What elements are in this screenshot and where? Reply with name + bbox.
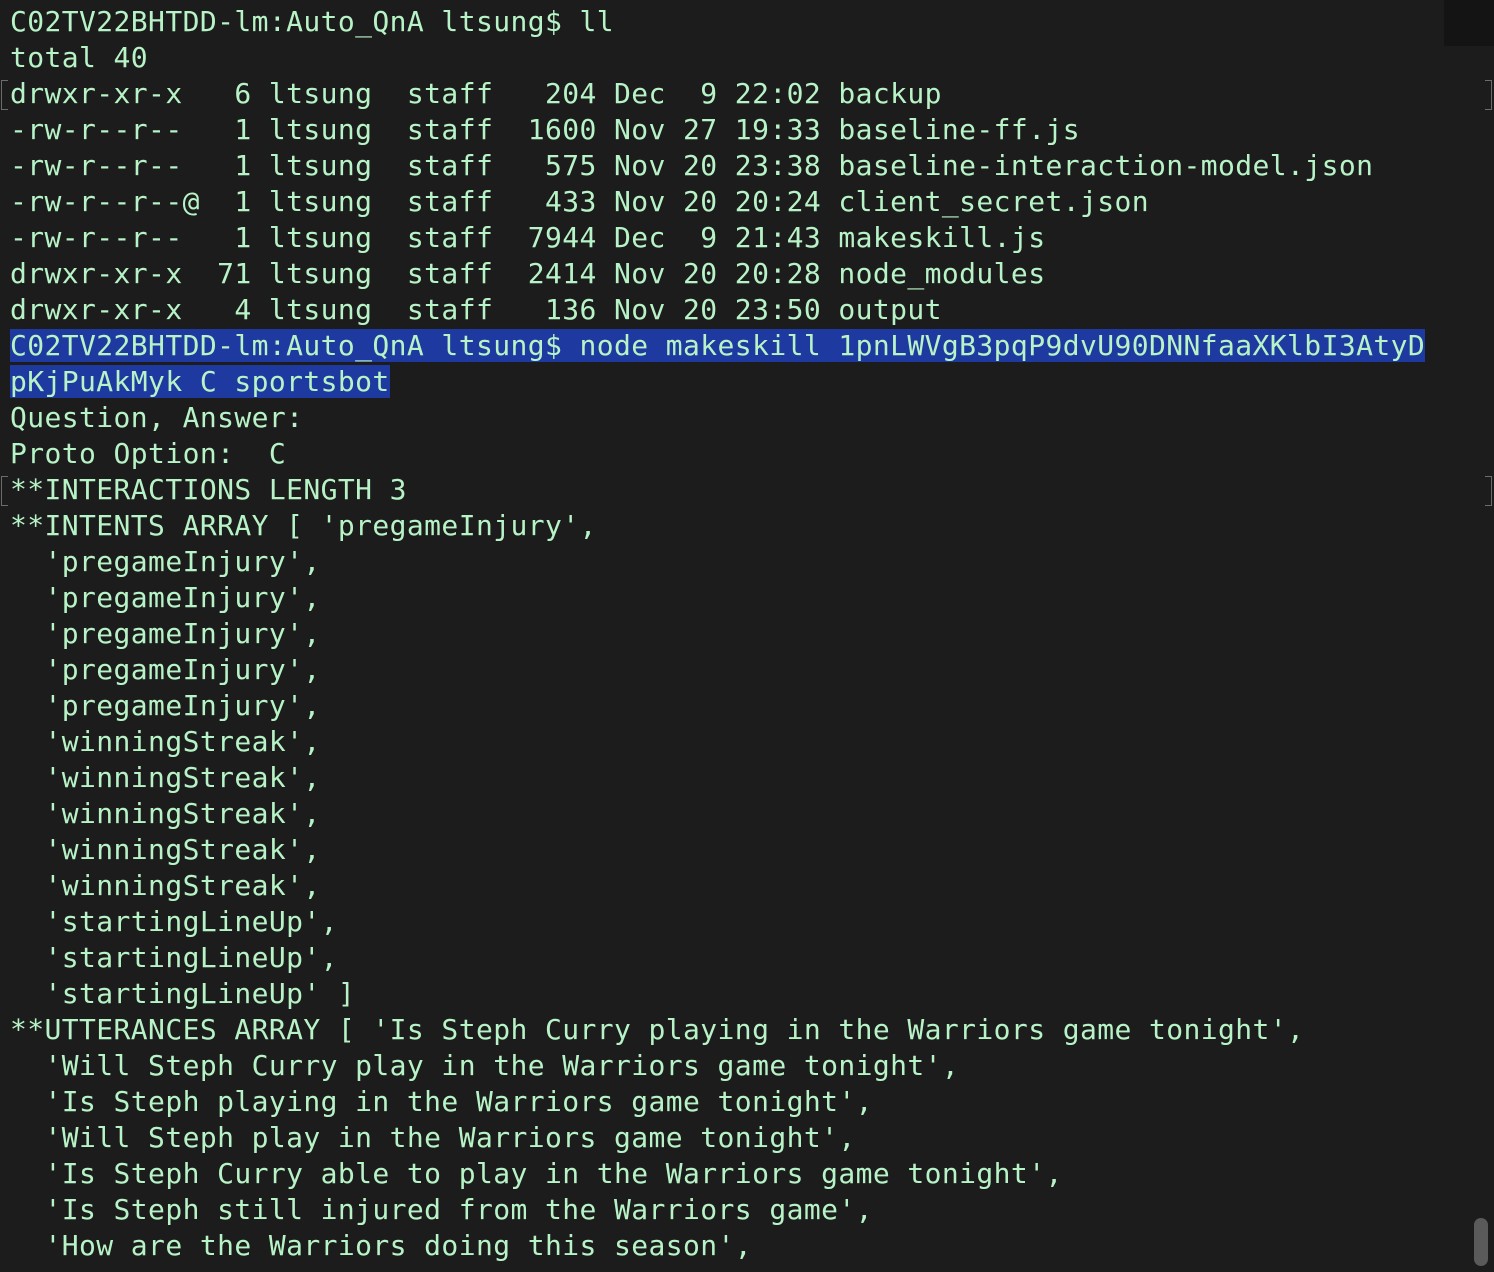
terminal-line: 'pregameInjury', bbox=[10, 617, 321, 650]
terminal-line: 'winningStreak', bbox=[10, 725, 321, 758]
terminal-line: drwxr-xr-x 71 ltsung staff 2414 Nov 20 2… bbox=[10, 257, 1046, 290]
terminal-line: -rw-r--r-- 1 ltsung staff 1600 Nov 27 19… bbox=[10, 113, 1080, 146]
terminal-line: drwxr-xr-x 6 ltsung staff 204 Dec 9 22:0… bbox=[10, 77, 942, 110]
terminal-line: drwxr-xr-x 4 ltsung staff 136 Nov 20 23:… bbox=[10, 293, 942, 326]
terminal-line: 'startingLineUp' ] bbox=[10, 977, 356, 1010]
line-marker-right bbox=[1485, 476, 1492, 506]
terminal-line: 'Will Steph play in the Warriors game to… bbox=[10, 1121, 856, 1154]
terminal-line: -rw-r--r-- 1 ltsung staff 575 Nov 20 23:… bbox=[10, 149, 1374, 182]
terminal-line: 'How are the Warriors doing this season'… bbox=[10, 1229, 753, 1262]
terminal-line: 'pregameInjury', bbox=[10, 653, 321, 686]
line-marker-right bbox=[1485, 80, 1492, 110]
terminal-output[interactable]: C02TV22BHTDD-lm:Auto_QnA ltsung$ ll total… bbox=[10, 4, 1426, 1264]
selection-highlight: pKjPuAkMyk C sportsbot bbox=[10, 365, 390, 398]
terminal-window[interactable]: C02TV22BHTDD-lm:Auto_QnA ltsung$ ll total… bbox=[0, 0, 1494, 1272]
terminal-line: total 40 bbox=[10, 41, 149, 74]
terminal-line: -rw-r--r--@ 1 ltsung staff 433 Nov 20 20… bbox=[10, 185, 1149, 218]
terminal-line: Proto Option: C bbox=[10, 437, 287, 470]
window-corner bbox=[1444, 0, 1494, 46]
line-marker-left bbox=[1, 80, 8, 110]
line-marker-left bbox=[1, 476, 8, 506]
terminal-line: 'pregameInjury', bbox=[10, 545, 321, 578]
selected-command-line[interactable]: C02TV22BHTDD-lm:Auto_QnA ltsung$ node ma… bbox=[10, 328, 1426, 364]
selected-command-line-wrap[interactable]: pKjPuAkMyk C sportsbot bbox=[10, 364, 1425, 400]
terminal-line: 'startingLineUp', bbox=[10, 905, 338, 938]
terminal-line: 'winningStreak', bbox=[10, 761, 321, 794]
terminal-line: 'winningStreak', bbox=[10, 869, 321, 902]
terminal-line: Question, Answer: bbox=[10, 401, 304, 434]
terminal-line: 'pregameInjury', bbox=[10, 581, 321, 614]
selection-highlight: C02TV22BHTDD-lm:Auto_QnA ltsung$ node ma… bbox=[10, 329, 1426, 362]
terminal-line: **INTERACTIONS LENGTH 3 bbox=[10, 473, 407, 506]
terminal-line: C02TV22BHTDD-lm:Auto_QnA ltsung$ ll bbox=[10, 5, 615, 38]
terminal-line: -rw-r--r-- 1 ltsung staff 7944 Dec 9 21:… bbox=[10, 221, 1046, 254]
vertical-scrollbar-thumb[interactable] bbox=[1474, 1218, 1488, 1266]
terminal-line: 'winningStreak', bbox=[10, 833, 321, 866]
terminal-line: 'winningStreak', bbox=[10, 797, 321, 830]
terminal-line: **UTTERANCES ARRAY [ 'Is Steph Curry pla… bbox=[10, 1013, 1305, 1046]
terminal-line: **INTENTS ARRAY [ 'pregameInjury', bbox=[10, 509, 597, 542]
terminal-line: 'pregameInjury', bbox=[10, 689, 321, 722]
terminal-line: 'startingLineUp', bbox=[10, 941, 338, 974]
terminal-line: 'Is Steph still injured from the Warrior… bbox=[10, 1193, 873, 1226]
terminal-line: 'Will Steph Curry play in the Warriors g… bbox=[10, 1049, 960, 1082]
terminal-line: 'Is Steph Curry able to play in the Warr… bbox=[10, 1157, 1063, 1190]
terminal-line: 'Is Steph playing in the Warriors game t… bbox=[10, 1085, 873, 1118]
